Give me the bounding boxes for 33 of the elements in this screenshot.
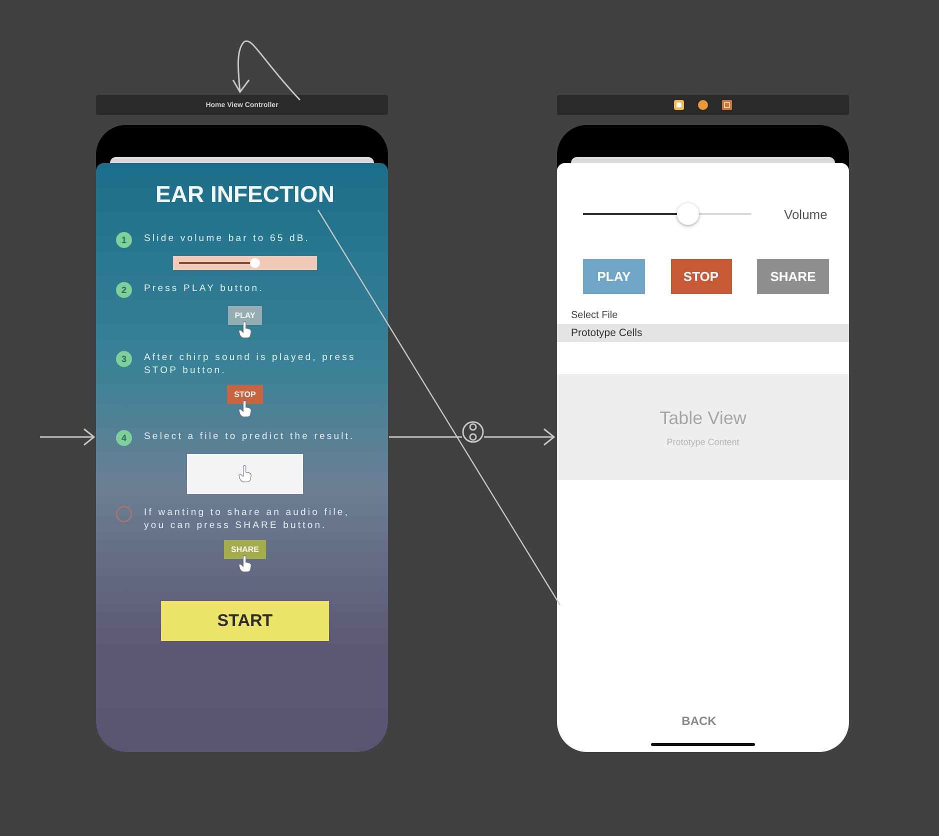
- action-button[interactable]: SHARE: [757, 259, 829, 294]
- step-text: Press PLAY button.: [144, 282, 265, 295]
- step-number-badge: 1: [116, 232, 132, 248]
- hand-pointer-icon: [238, 465, 252, 483]
- step-number-badge: 2: [116, 282, 132, 298]
- scene-dock-icons[interactable]: [673, 99, 733, 111]
- slider-thumb[interactable]: [250, 258, 260, 268]
- step-text: Slide volume bar to 65 dB.: [144, 232, 312, 245]
- volume-label: Volume: [784, 206, 828, 222]
- mini-button[interactable]: PLAY: [228, 306, 262, 325]
- step-number-badge: 4: [116, 430, 132, 446]
- step-text: After chirp sound is played, press STOP button.: [144, 351, 357, 377]
- table-view-subtitle: Prototype Content: [666, 436, 740, 446]
- step-text: If wanting to share an audio file, you can press SHARE button.: [144, 506, 351, 532]
- screen-heading: EAR INFECTION: [154, 181, 336, 208]
- hand-pointer-icon: [238, 321, 252, 339]
- hand-pointer-icon: [238, 555, 252, 573]
- back-button[interactable]: BACK: [676, 713, 722, 729]
- entry-arrow: [232, 40, 301, 100]
- connector-arrow: [40, 428, 96, 446]
- start-button[interactable]: START: [161, 601, 329, 641]
- action-button[interactable]: PLAY: [583, 259, 645, 294]
- step-number-badge: 3: [116, 351, 132, 367]
- table-view-title: Table View: [660, 408, 746, 428]
- hand-pointer-icon: [238, 400, 252, 418]
- volume-slider[interactable]: [173, 256, 317, 270]
- mini-button[interactable]: SHARE: [224, 540, 266, 559]
- select-file-label: Select File: [570, 309, 619, 321]
- prototype-cells-header: Prototype Cells: [557, 324, 849, 342]
- action-button[interactable]: STOP: [670, 259, 732, 294]
- step-text: Select a file to predict the result.: [144, 430, 356, 443]
- mini-button[interactable]: STOP: [227, 385, 263, 404]
- slider-thumb[interactable]: [676, 203, 699, 225]
